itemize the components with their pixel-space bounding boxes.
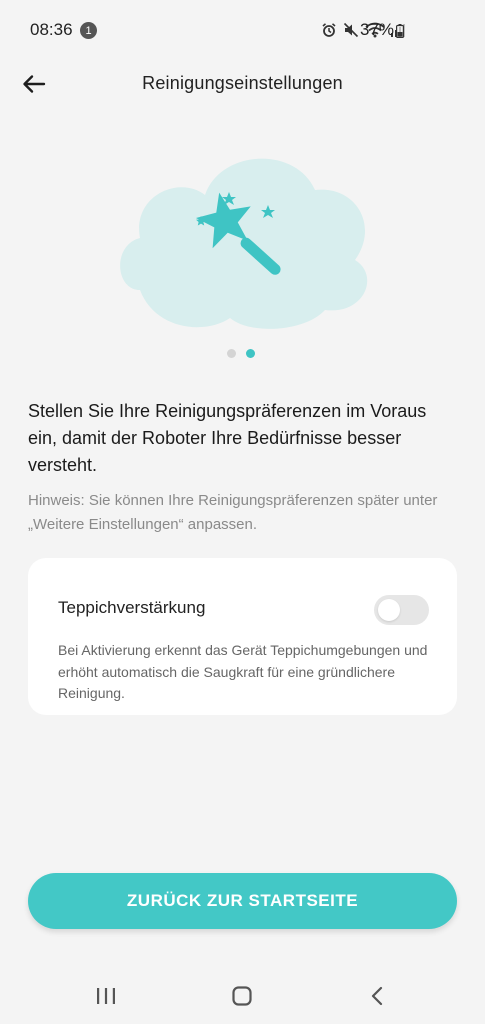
mute-icon	[343, 22, 359, 38]
back-icon[interactable]	[363, 983, 393, 1009]
intro-text: Stellen Sie Ihre Reinigungspräferenzen i…	[28, 401, 427, 475]
carpet-boost-title: Teppichverstärkung	[58, 598, 206, 617]
battery-icon	[396, 24, 404, 38]
home-icon[interactable]	[227, 983, 257, 1009]
carpet-boost-toggle[interactable]	[374, 595, 429, 625]
page-title: Reinigungseinstellungen	[142, 73, 343, 93]
toggle-knob	[378, 599, 400, 621]
magic-wand-illustration	[120, 158, 368, 329]
page-dot-2-active[interactable]	[246, 349, 255, 358]
screen: 08:36 1 37% Reinigungseinstellungen Stel…	[0, 0, 485, 1024]
hint-text: Hinweis: Sie können Ihre Reinigungspräfe…	[28, 492, 438, 533]
status-time: 08:36	[30, 20, 73, 39]
system-nav-bar	[0, 968, 485, 1024]
notification-badge: 1	[80, 22, 97, 39]
alarm-icon	[322, 23, 336, 37]
page-dot-1[interactable]	[227, 349, 236, 358]
carpet-boost-card: Teppichverstärkung Bei Aktivierung erken…	[28, 558, 457, 715]
status-bar: 08:36 1 37%	[0, 0, 485, 60]
recent-apps-icon[interactable]	[91, 983, 121, 1009]
battery-percentage: 37%	[360, 20, 395, 39]
page-indicator	[227, 349, 255, 358]
back-to-home-button[interactable]: ZURÜCK ZUR STARTSEITE	[28, 873, 457, 929]
carpet-boost-description: Bei Aktivierung erkennt das Gerät Teppic…	[58, 642, 428, 701]
